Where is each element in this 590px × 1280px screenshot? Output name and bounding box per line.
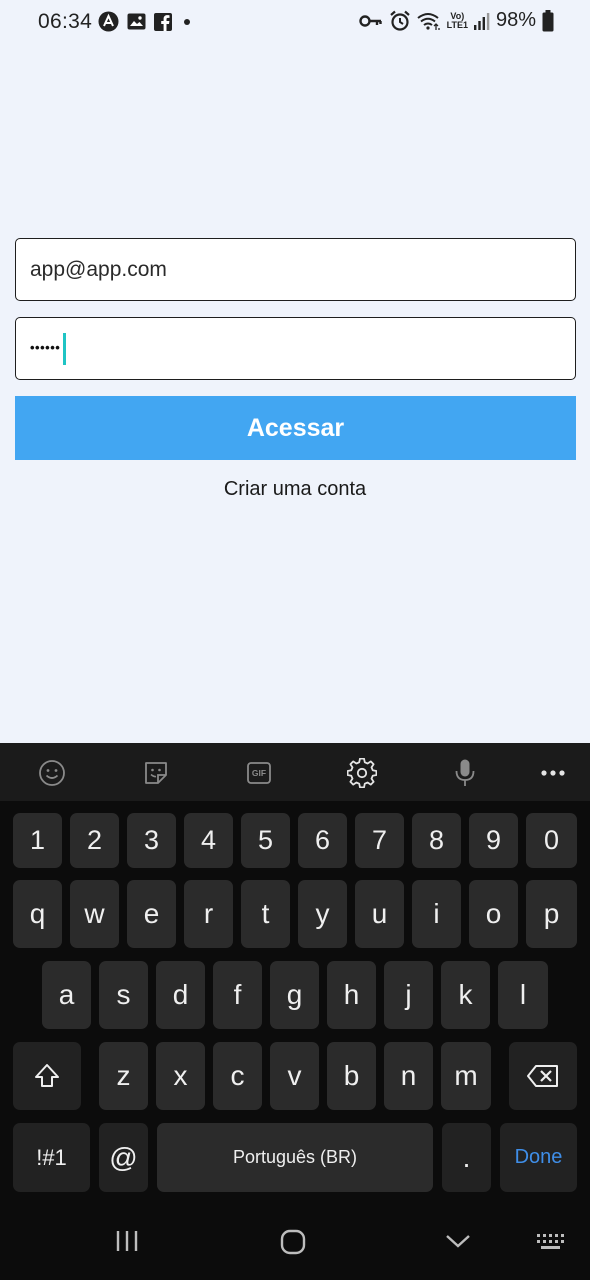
key-8[interactable]: 8 (412, 813, 461, 868)
emoji-icon[interactable] (36, 757, 68, 789)
gallery-icon (127, 13, 146, 30)
create-account-link[interactable]: Criar uma conta (0, 478, 590, 501)
key-y[interactable]: y (298, 880, 347, 948)
key-i[interactable]: i (412, 880, 461, 948)
done-key[interactable]: Done (500, 1123, 577, 1192)
email-value: app@app.com (30, 257, 167, 281)
key-c[interactable]: c (213, 1042, 262, 1110)
key-n[interactable]: n (384, 1042, 433, 1110)
lte-label: LTE1 (446, 19, 468, 30)
back-button[interactable] (444, 1228, 472, 1254)
symbols-key[interactable]: !#1 (13, 1123, 90, 1192)
backspace-key[interactable] (509, 1042, 577, 1110)
email-field[interactable]: app@app.com (15, 238, 576, 301)
key-j[interactable]: j (384, 961, 433, 1029)
key-l[interactable]: l (498, 961, 548, 1029)
facebook-icon (154, 12, 172, 31)
key-r[interactable]: r (184, 880, 233, 948)
alarm-icon (389, 10, 411, 32)
volte-icon: Vo) LTE1 (446, 11, 468, 30)
key-4[interactable]: 4 (184, 813, 233, 868)
key-6[interactable]: 6 (298, 813, 347, 868)
notification-icons (98, 11, 194, 32)
gif-label: GIF (251, 768, 267, 778)
key-e[interactable]: e (127, 880, 176, 948)
space-key[interactable]: Português (BR) (157, 1123, 433, 1192)
key-z[interactable]: z (99, 1042, 148, 1110)
login-button[interactable]: Acessar (15, 396, 576, 460)
system-icons: Vo) LTE1 98% (358, 9, 554, 32)
key-g[interactable]: g (270, 961, 319, 1029)
sticker-icon[interactable] (140, 757, 172, 789)
mic-icon[interactable] (449, 757, 481, 789)
keyboard-icon (537, 1234, 564, 1249)
key-w[interactable]: w (70, 880, 119, 948)
more-icon[interactable] (537, 757, 569, 789)
key-2[interactable]: 2 (70, 813, 119, 868)
backspace-icon (527, 1065, 558, 1087)
clock: 06:34 (38, 10, 93, 33)
home-icon (280, 1229, 306, 1255)
text-cursor (63, 332, 67, 365)
key-f[interactable]: f (213, 961, 262, 1029)
wifi-icon (417, 11, 441, 31)
key-1[interactable]: 1 (13, 813, 62, 868)
key-v[interactable]: v (270, 1042, 319, 1110)
more-notifications-dot (180, 15, 194, 29)
shift-key[interactable] (13, 1042, 81, 1110)
key-x[interactable]: x (156, 1042, 205, 1110)
navigation-bar (0, 1210, 590, 1280)
key-m[interactable]: m (441, 1042, 491, 1110)
key-0[interactable]: 0 (526, 813, 577, 868)
shift-icon (35, 1064, 59, 1087)
key-9[interactable]: 9 (469, 813, 518, 868)
recent-apps-button[interactable] (114, 1228, 140, 1254)
password-mask: •••••• (30, 340, 61, 355)
settings-icon[interactable] (346, 757, 378, 789)
key-5[interactable]: 5 (241, 813, 290, 868)
keyboard-switch-button[interactable] (536, 1228, 566, 1254)
password-field[interactable]: •••••• (15, 317, 576, 380)
gif-icon[interactable]: GIF (243, 757, 275, 789)
key-h[interactable]: h (327, 961, 376, 1029)
vpn-key-icon (358, 14, 383, 28)
key-s[interactable]: s (99, 961, 148, 1029)
key-d[interactable]: d (156, 961, 205, 1029)
status-bar: 06:34 Vo) LTE1 98% (0, 0, 590, 46)
keyboard: GIF 1 2 3 4 5 6 7 8 9 0 q w e r t y u i … (0, 743, 590, 1280)
key-p[interactable]: p (526, 880, 577, 948)
app-notification-icon (98, 11, 119, 32)
home-button[interactable] (279, 1228, 307, 1256)
key-a[interactable]: a (42, 961, 91, 1029)
key-k[interactable]: k (441, 961, 490, 1029)
battery-icon (542, 9, 554, 32)
signal-icon (473, 12, 490, 30)
key-7[interactable]: 7 (355, 813, 404, 868)
keyboard-toolbar: GIF (0, 743, 590, 801)
key-u[interactable]: u (355, 880, 404, 948)
key-t[interactable]: t (241, 880, 290, 948)
key-q[interactable]: q (13, 880, 62, 948)
period-key[interactable]: . (442, 1123, 491, 1192)
chevron-down-icon (446, 1235, 470, 1248)
key-o[interactable]: o (469, 880, 518, 948)
battery-percentage: 98% (495, 9, 536, 31)
at-key[interactable]: @ (99, 1123, 148, 1192)
recent-apps-icon (116, 1231, 138, 1251)
key-b[interactable]: b (327, 1042, 376, 1110)
key-3[interactable]: 3 (127, 813, 176, 868)
